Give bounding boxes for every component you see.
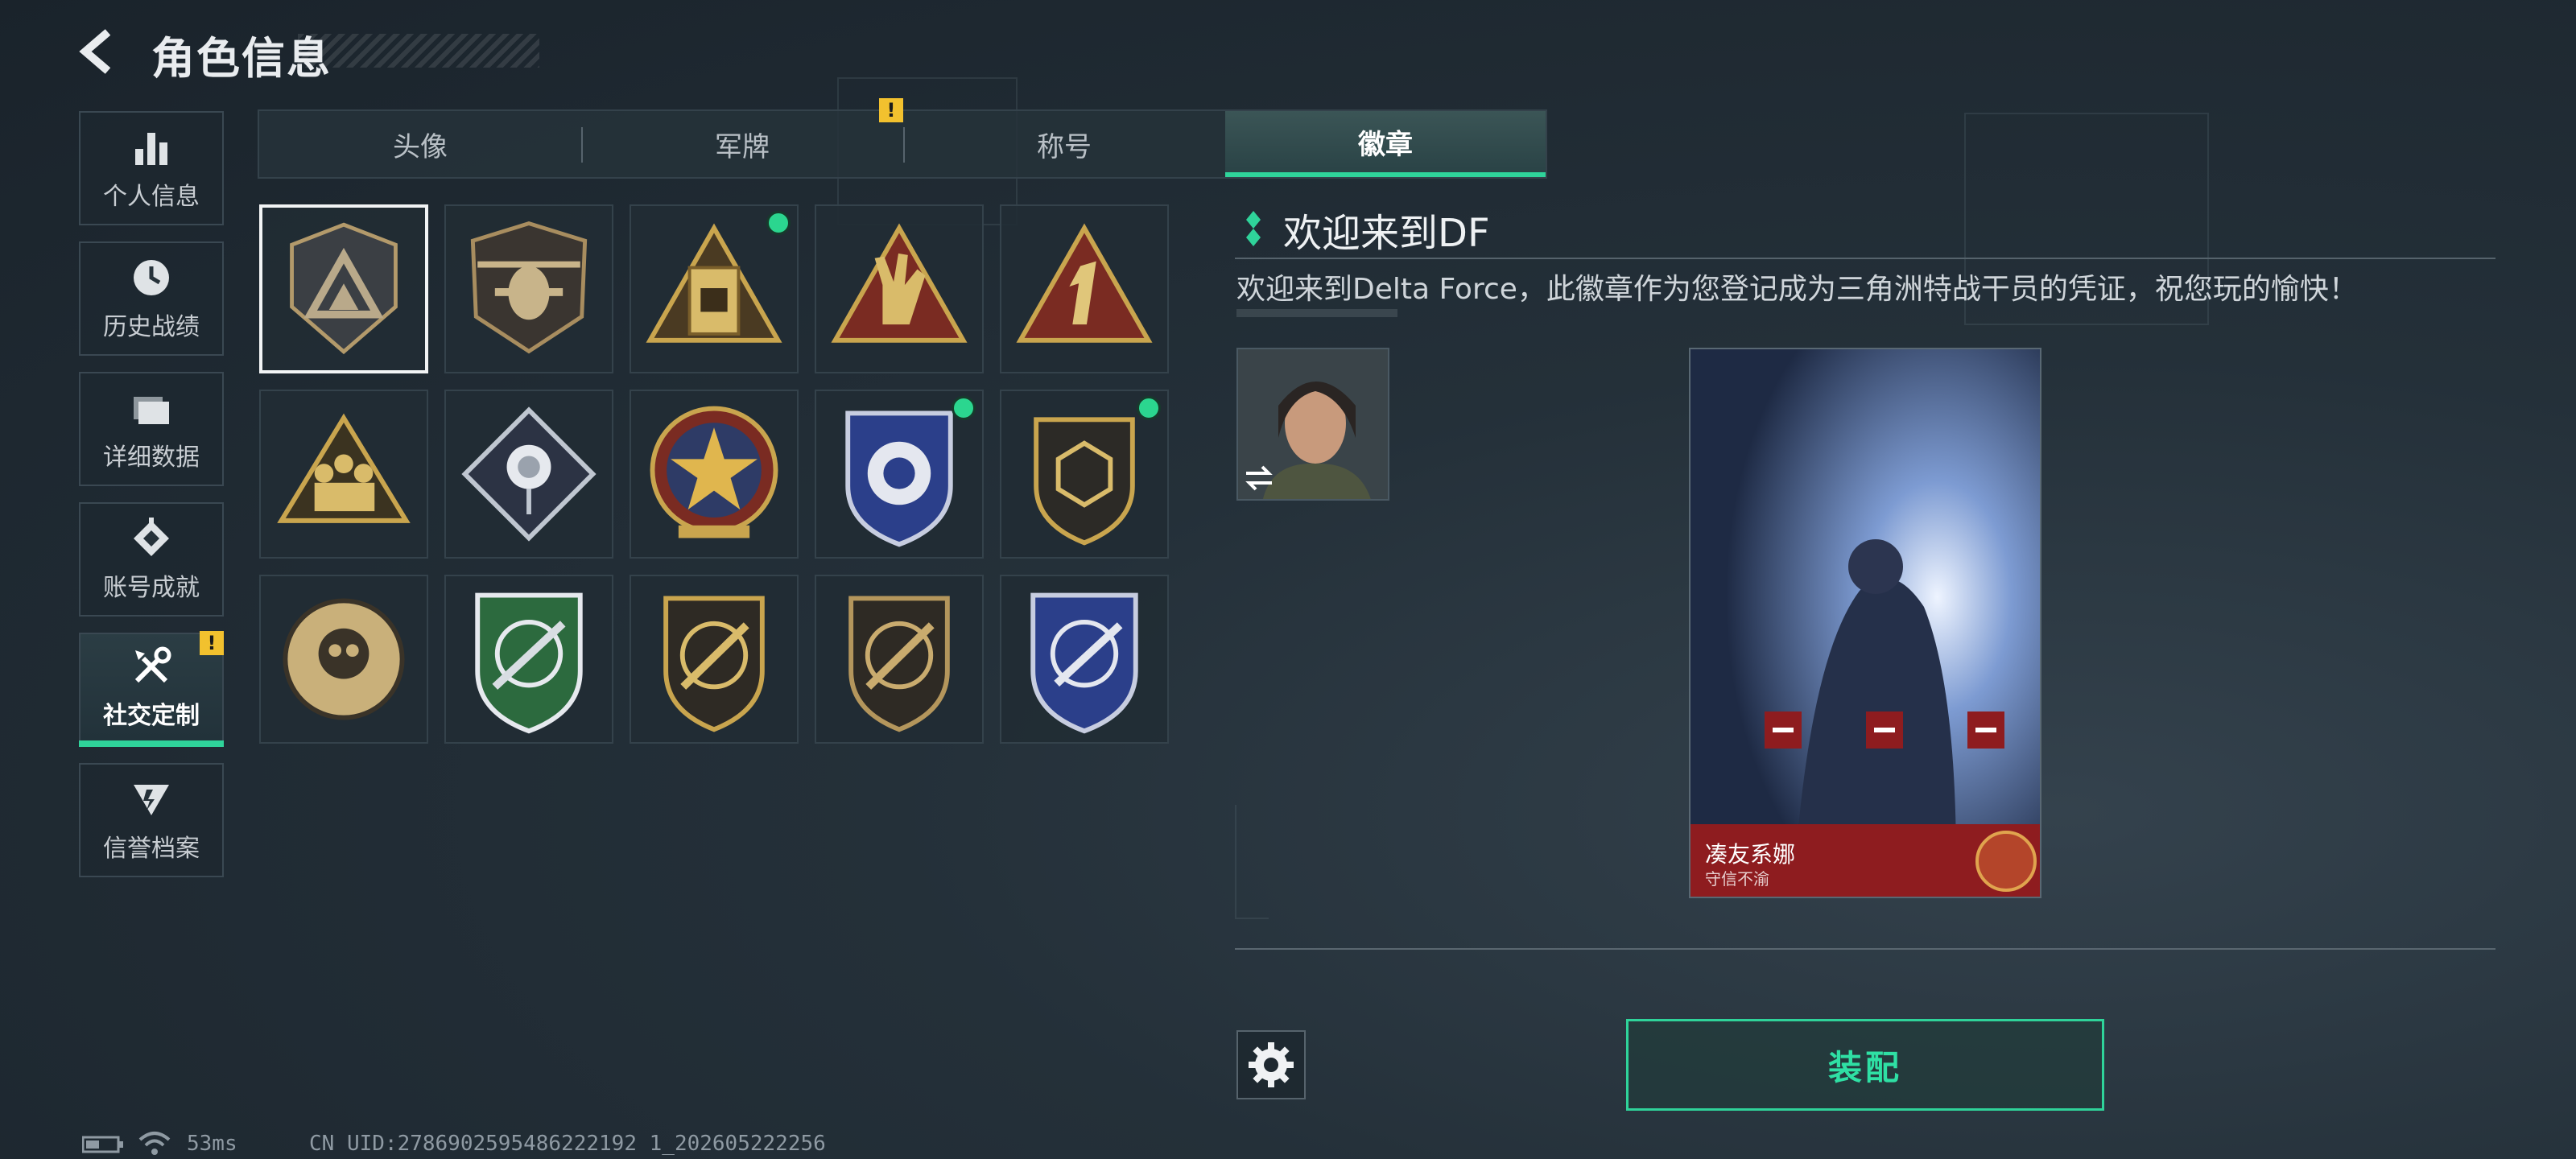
badge-number-one[interactable] [1000,204,1169,373]
sidebar-item-history[interactable]: 历史战绩 [79,241,224,356]
sidebar-item-reputation[interactable]: 信誉档案 [79,763,224,877]
equip-button[interactable]: 装配 [1626,1019,2104,1111]
sidebar-item-label: 信誉档案 [103,835,200,863]
badge-rose[interactable] [444,390,613,559]
operator-portrait[interactable] [1236,348,1389,501]
sidebar-item-detailed-data[interactable]: 详细数据 [79,372,224,486]
badge-green-rifle[interactable] [444,575,613,744]
delta-triangle-badge-icon [290,222,398,355]
reputation-icon [134,785,169,815]
operator-name: 凑友系娜 [1705,841,1796,868]
tab-dogtag[interactable]: 军牌 [581,111,903,177]
new-indicator-dot [952,396,976,420]
diamond-marker-icon [1246,211,1261,246]
badge-gold-rifle[interactable] [630,575,799,744]
bronze-rifle-badge-icon [848,596,950,732]
sidebar-item-label: 社交定制 [103,702,200,730]
badge-skull-emblem[interactable] [259,575,428,744]
sidebar-active-indicator [79,740,224,747]
green-rifle-badge-icon [475,592,583,734]
tab-label: 徽章 [1358,128,1413,161]
badge-hand-sign[interactable] [815,204,984,373]
remove-slot-button[interactable] [1765,711,1802,749]
tab-label: 军牌 [715,130,770,163]
blue-knife-badge-icon [1030,592,1138,734]
operator-subtitle: 守信不渝 [1705,869,1769,889]
badge-delta-triangle[interactable] [259,204,428,373]
swap-icon[interactable] [1243,462,1275,494]
badge-soldiers[interactable] [259,390,428,559]
badge-helicopter[interactable] [444,204,613,373]
badge-detail-description: 欢迎来到Delta Force，此徽章作为您登记成为三角洲特战干员的凭证，祝您玩… [1236,273,2358,306]
new-indicator-dot [1137,396,1161,420]
tools-icon [134,646,171,683]
uid-text: CN UID:2786902595486222192 1_20260522225… [309,1132,826,1156]
back-arrow-icon[interactable] [76,27,124,76]
settings-button[interactable] [1236,1030,1306,1099]
sidebar-item-label: 历史战绩 [103,313,200,341]
gear-icon [1249,1042,1294,1087]
number-one-badge-icon [1016,223,1153,343]
gold-rifle-badge-icon [663,596,765,732]
sidebar-item-label: 账号成就 [103,574,200,602]
title-decoration [298,34,539,68]
badge-detail-title: 欢迎来到DF [1283,211,1490,256]
badge-blue-knife[interactable] [1000,575,1169,744]
skull-emblem-badge-icon [283,598,405,720]
bar-chart-icon [135,133,167,165]
sidebar-item-label: 个人信息 [103,183,200,211]
star-medal-badge-icon [650,406,778,538]
sidebar-item-achievements[interactable]: 账号成就 [79,502,224,617]
faint-text-placeholder [1236,309,1397,317]
ping-value: 53ms [187,1132,237,1156]
hand-sign-badge-icon [831,223,968,343]
tab-label: 称号 [1037,130,1092,163]
clock-icon [134,260,169,295]
tab-badge[interactable]: 徽章 [1225,111,1546,177]
battery-icon [82,1136,123,1153]
sidebar-item-label: 详细数据 [103,443,200,472]
tab-title[interactable]: 称号 [903,111,1225,177]
achievement-icon [134,518,169,556]
rose-badge-icon [461,406,597,542]
tab-label: 头像 [393,130,448,163]
folder-icon [134,397,169,424]
alert-badge: ! [200,631,224,655]
divider [1235,258,2496,259]
divider [1235,948,2496,950]
remove-slot-button[interactable] [1866,711,1903,749]
equip-button-label: 装配 [1827,1047,1902,1087]
badge-star-medal[interactable] [630,390,799,559]
operator-card-preview [1689,348,2041,898]
remove-slot-button[interactable] [1967,711,2004,749]
operator-card-artwork [1690,349,2040,897]
badge-bronze-rifle[interactable] [815,575,984,744]
alert-badge: ! [879,98,903,122]
soldiers-badge-icon [277,413,411,523]
new-indicator-dot [766,211,791,235]
sidebar-item-personal-info[interactable]: 个人信息 [79,111,224,225]
wifi-icon [138,1132,171,1155]
helicopter-badge-icon [470,221,588,354]
tab-avatar[interactable]: 头像 [259,111,581,177]
